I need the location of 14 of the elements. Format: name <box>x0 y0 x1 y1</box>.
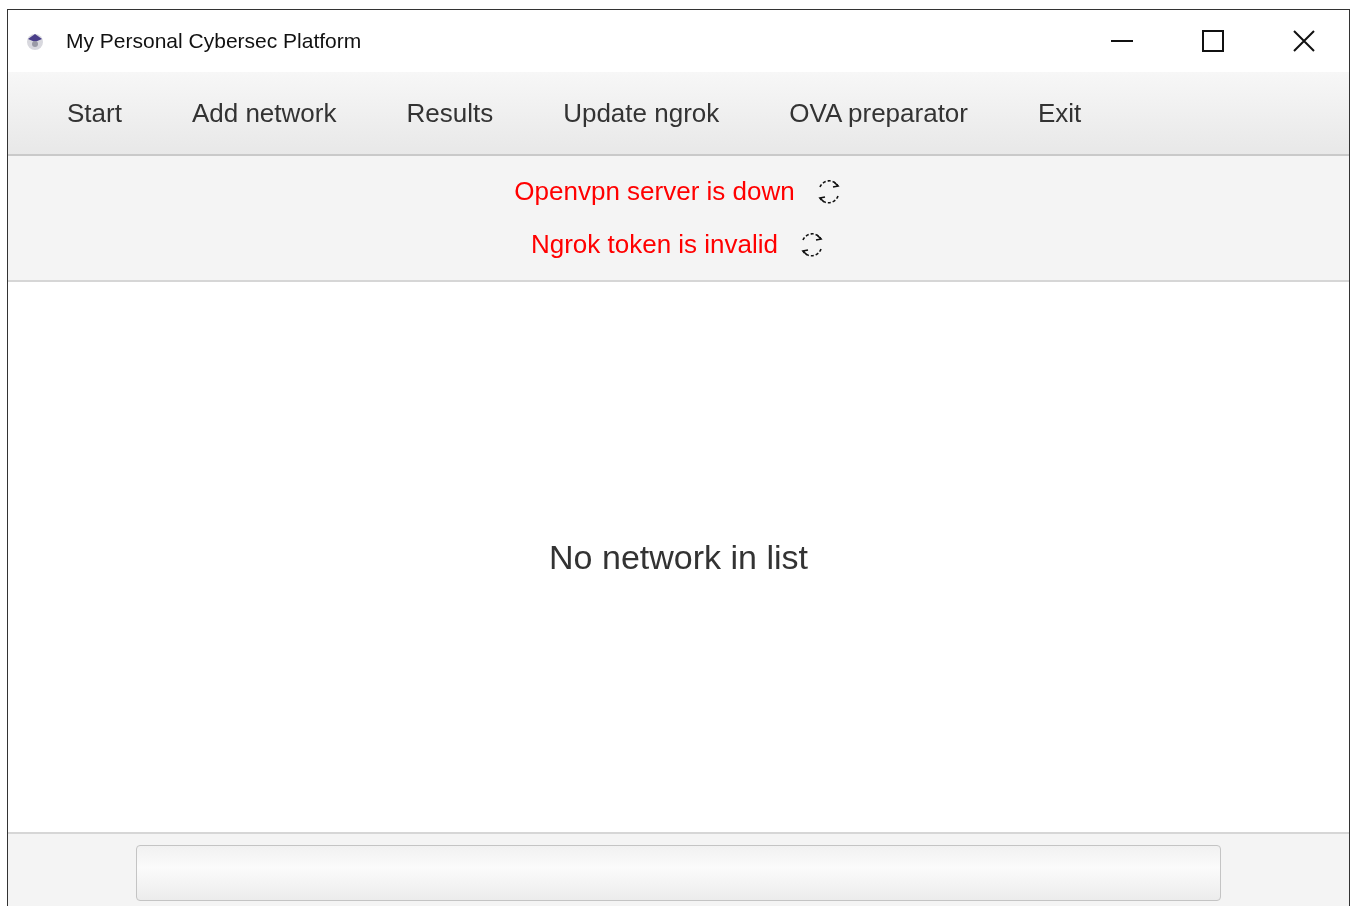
app-icon <box>24 31 46 51</box>
minimize-icon <box>1110 40 1133 42</box>
status-message: Ngrok token is invalid <box>530 229 779 260</box>
status-message: Openvpn server is down <box>514 176 795 207</box>
menu-item[interactable]: Update ngrok <box>532 91 751 135</box>
menu-item[interactable]: Results <box>375 91 525 135</box>
maximize-icon <box>1201 30 1224 52</box>
menu-item[interactable]: Exit <box>1007 91 1113 135</box>
close-icon <box>1292 30 1315 52</box>
menu-item[interactable]: Start <box>36 91 153 135</box>
empty-message: No network in list <box>549 537 808 577</box>
menu-item[interactable]: Add network <box>160 91 368 135</box>
menu-item[interactable]: OVA preparator <box>758 91 999 135</box>
window-title: My Personal Cybersec Platform <box>66 29 362 53</box>
